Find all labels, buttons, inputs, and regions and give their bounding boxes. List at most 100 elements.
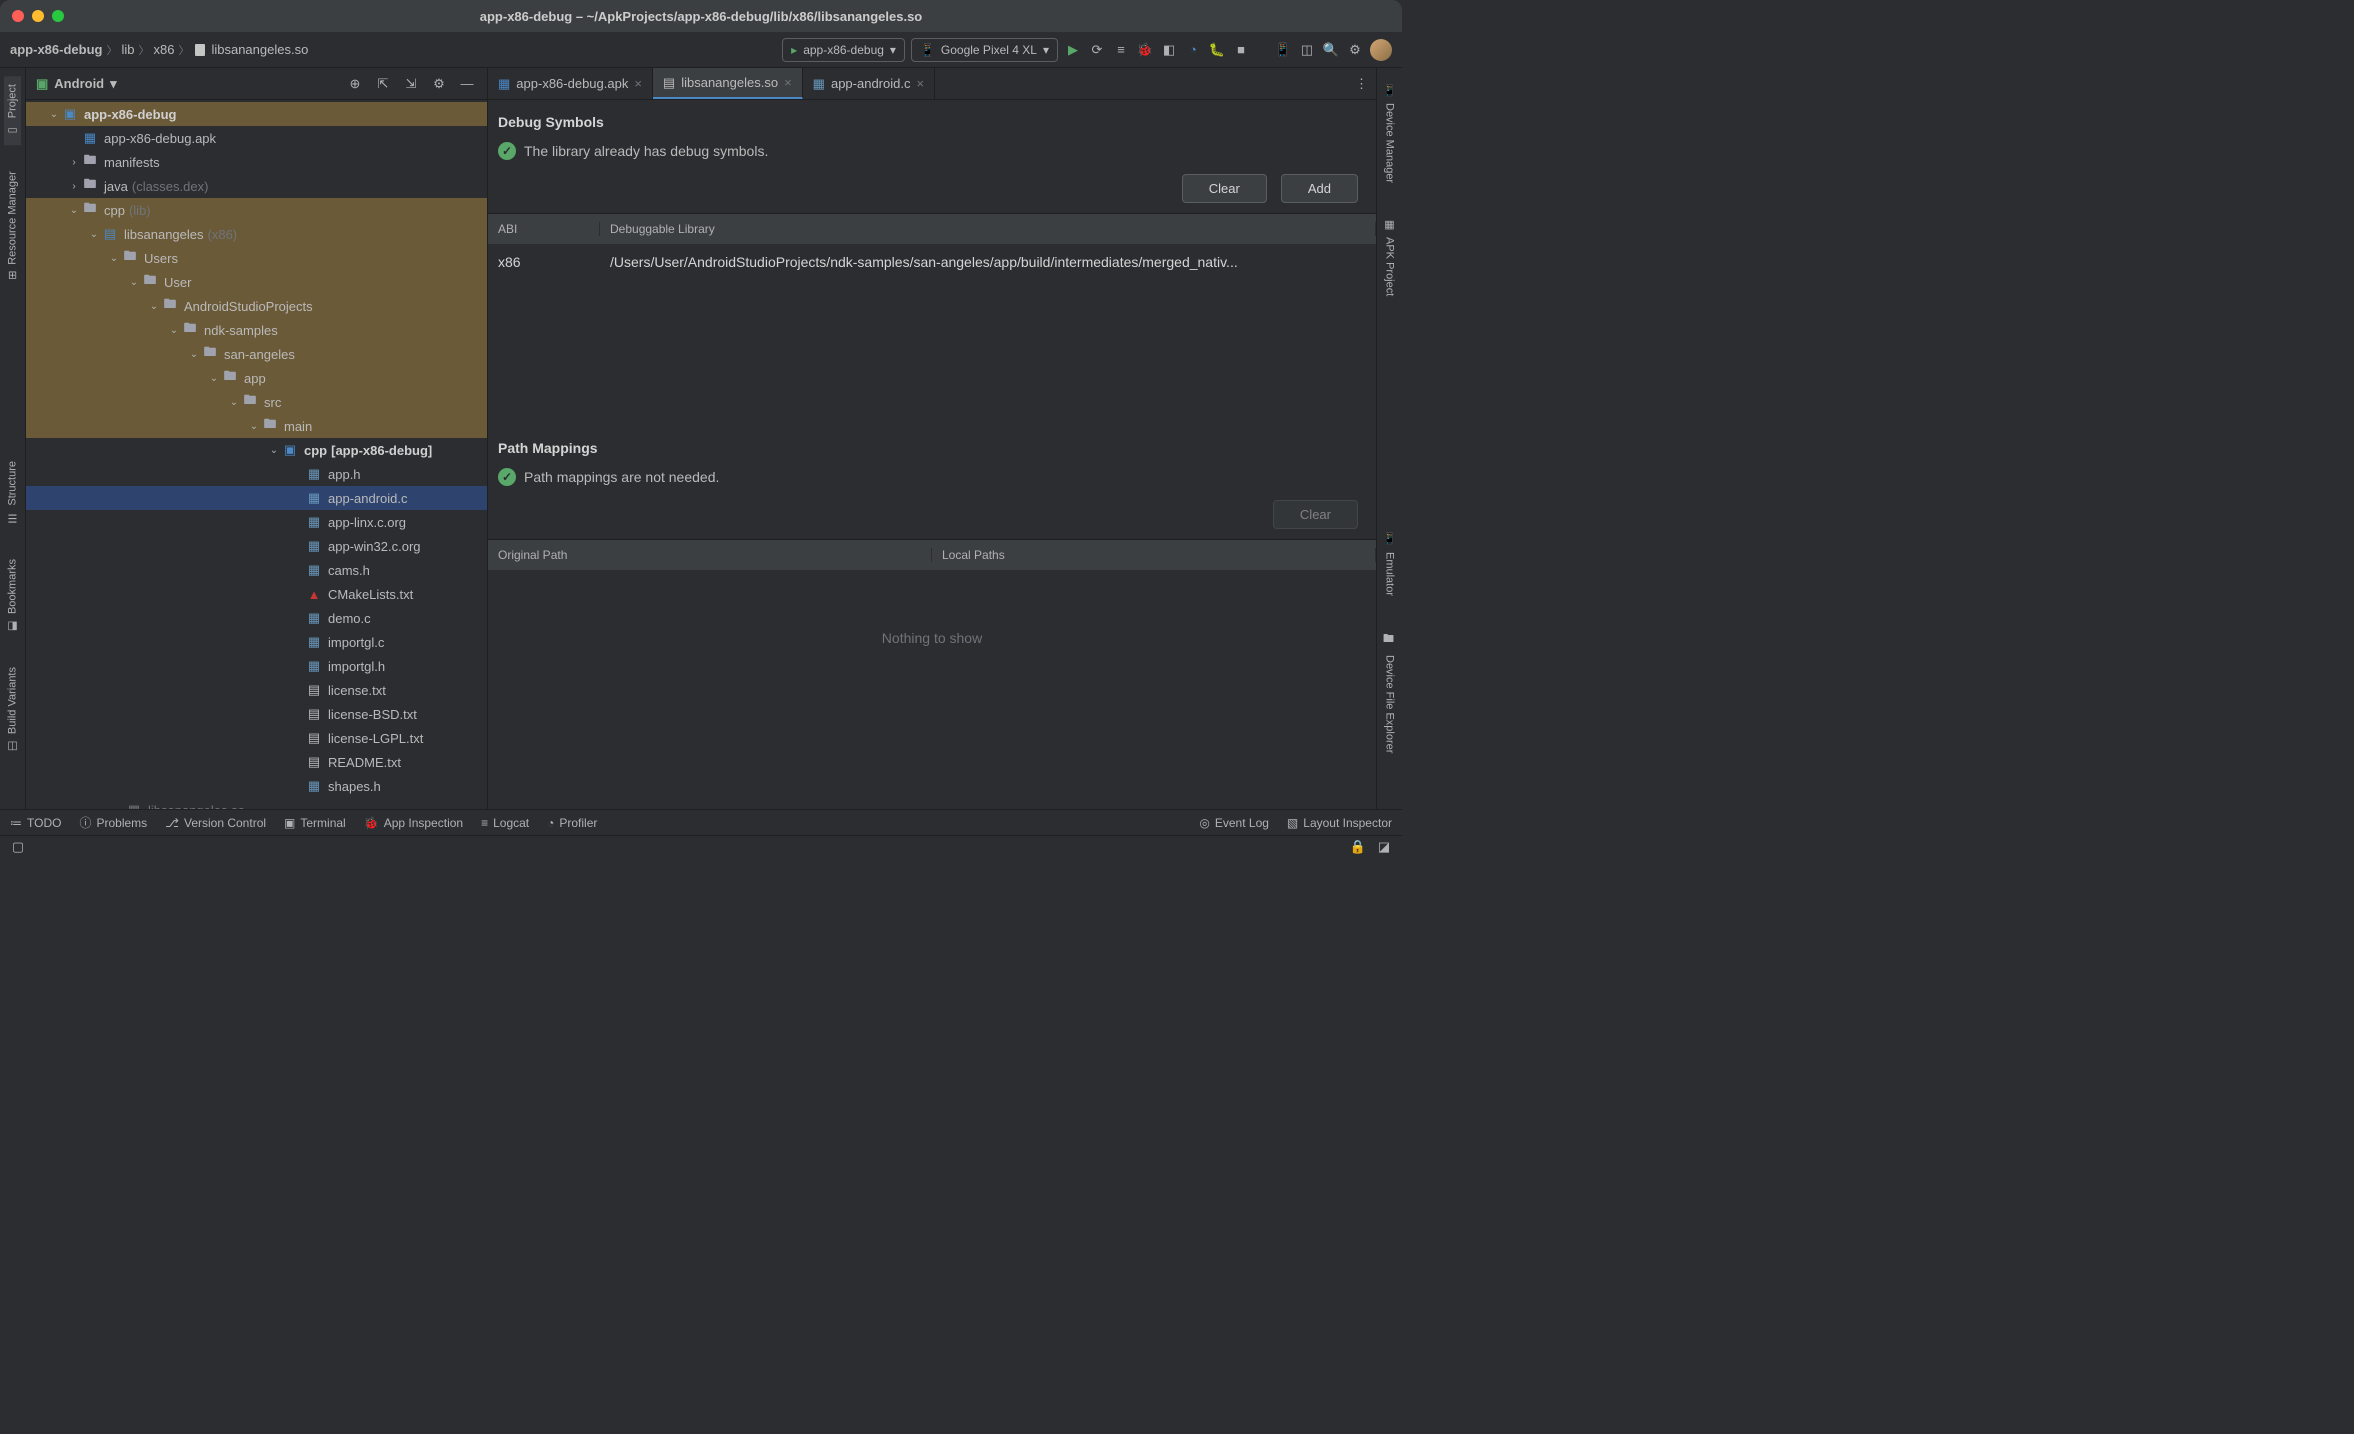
collapse-all-button[interactable]: ⇲ xyxy=(401,74,421,94)
tree-root[interactable]: ⌄▣app-x86-debug xyxy=(26,102,487,126)
settings-icon[interactable]: ⚙ xyxy=(429,74,449,94)
close-tab-icon[interactable]: × xyxy=(784,75,792,90)
breadcrumb-lib[interactable]: lib xyxy=(121,42,134,57)
column-header-abi[interactable]: ABI xyxy=(488,222,600,236)
close-window-button[interactable] xyxy=(12,10,24,22)
lock-icon[interactable]: 🔒 xyxy=(1350,839,1366,855)
tab-apk[interactable]: ▦ app-x86-debug.apk × xyxy=(488,68,653,99)
bottom-tab-problems[interactable]: ⓘProblems xyxy=(79,814,147,831)
sidebar-tab-build-variants[interactable]: ◫Build Variants xyxy=(4,659,21,761)
collapse-icon[interactable]: ⌄ xyxy=(86,229,102,240)
tree-item-java[interactable]: ›🖿java(classes.dex) xyxy=(26,174,487,198)
column-header-original-path[interactable]: Original Path xyxy=(488,548,932,562)
tree-item-cams[interactable]: ▦cams.h xyxy=(26,558,487,582)
debug-button[interactable]: 🐞 xyxy=(1136,41,1154,59)
settings-button[interactable]: ⚙ xyxy=(1346,41,1364,59)
profile-button[interactable]: ◔ xyxy=(1184,41,1202,59)
collapse-icon[interactable]: ⌄ xyxy=(146,301,162,312)
sidebar-tab-emulator[interactable]: 📱Emulator xyxy=(1381,524,1398,603)
collapse-icon[interactable]: ⌄ xyxy=(46,109,62,120)
bottom-tab-event-log[interactable]: ◎Event Log xyxy=(1199,816,1269,830)
tree-item-cpp-module[interactable]: ⌄▣cpp[app-x86-debug] xyxy=(26,438,487,462)
sidebar-tab-apk-project[interactable]: ▦APK Project xyxy=(1381,210,1398,304)
maximize-window-button[interactable] xyxy=(52,10,64,22)
bottom-tab-terminal[interactable]: ▣Terminal xyxy=(284,816,346,830)
notification-icon[interactable]: ◪ xyxy=(1376,839,1392,855)
tree-item-src[interactable]: ⌄🖿src xyxy=(26,390,487,414)
device-dropdown[interactable]: 📱 Google Pixel 4 XL ▾ xyxy=(911,38,1058,62)
project-view-selector[interactable]: Android xyxy=(54,76,104,91)
collapse-icon[interactable]: ⌄ xyxy=(266,445,282,456)
tree-item-libsanangeles[interactable]: ⌄▤libsanangeles(x86) xyxy=(26,222,487,246)
tree-item-licensebsd[interactable]: ▤license-BSD.txt xyxy=(26,702,487,726)
sidebar-tab-structure[interactable]: ☰Structure xyxy=(4,453,21,533)
minimize-window-button[interactable] xyxy=(32,10,44,22)
select-opened-file-button[interactable]: ⊕ xyxy=(345,74,365,94)
table-row[interactable]: x86 /Users/User/AndroidStudioProjects/nd… xyxy=(488,244,1376,280)
collapse-icon[interactable]: ⌄ xyxy=(106,253,122,264)
tree-item-demo[interactable]: ▦demo.c xyxy=(26,606,487,630)
tree-item-apph[interactable]: ▦app.h xyxy=(26,462,487,486)
close-tab-icon[interactable]: × xyxy=(634,76,642,91)
column-header-local-paths[interactable]: Local Paths xyxy=(932,548,1376,562)
apply-code-button[interactable]: ≡ xyxy=(1112,41,1130,59)
collapse-icon[interactable]: ⌄ xyxy=(66,205,82,216)
tree-item-importglc[interactable]: ▦importgl.c xyxy=(26,630,487,654)
collapse-icon[interactable]: ⌄ xyxy=(186,349,202,360)
tree-item-importglh[interactable]: ▦importgl.h xyxy=(26,654,487,678)
sync-button[interactable]: 📱 xyxy=(1274,41,1292,59)
attach-debugger-button[interactable]: 🐛 xyxy=(1208,41,1226,59)
collapse-icon[interactable]: ⌄ xyxy=(166,325,182,336)
collapse-icon[interactable]: ⌄ xyxy=(126,277,142,288)
stop-button[interactable]: ■ xyxy=(1232,41,1250,59)
hide-panel-button[interactable]: — xyxy=(457,74,477,94)
tab-libsanangeles[interactable]: ▤ libsanangeles.so × xyxy=(653,68,803,99)
user-avatar[interactable] xyxy=(1370,39,1392,61)
breadcrumb-project[interactable]: app-x86-debug xyxy=(10,42,102,57)
tree-item-cmake[interactable]: ▲CMakeLists.txt xyxy=(26,582,487,606)
bottom-tab-todo[interactable]: ≔TODO xyxy=(10,816,61,830)
sidebar-tab-device-file-explorer[interactable]: 🖿Device File Explorer xyxy=(1378,622,1401,761)
tree-item-readme[interactable]: ▤README.txt xyxy=(26,750,487,774)
tree-item-sanangeles[interactable]: ⌄🖿san-angeles xyxy=(26,342,487,366)
breadcrumb-x86[interactable]: x86 xyxy=(153,42,174,57)
tree-item-licenselgpl[interactable]: ▤license-LGPL.txt xyxy=(26,726,487,750)
tree-item-libsanso[interactable]: ▦libsanangeles.so xyxy=(26,798,487,809)
avd-button[interactable]: ◫ xyxy=(1298,41,1316,59)
expand-icon[interactable]: › xyxy=(66,181,82,192)
run-config-dropdown[interactable]: ▸ app-x86-debug ▾ xyxy=(782,38,905,62)
bottom-tab-profiler[interactable]: ◔Profiler xyxy=(547,816,597,830)
tree-item-asp[interactable]: ⌄🖿AndroidStudioProjects xyxy=(26,294,487,318)
sidebar-tab-bookmarks[interactable]: ◧Bookmarks xyxy=(4,551,21,641)
tab-appandroid[interactable]: ▦ app-android.c × xyxy=(803,68,935,99)
apply-changes-button[interactable]: ⟳ xyxy=(1088,41,1106,59)
tree-item-app[interactable]: ⌄🖿app xyxy=(26,366,487,390)
collapse-icon[interactable]: ⌄ xyxy=(206,373,222,384)
search-button[interactable]: 🔍 xyxy=(1322,41,1340,59)
tree-item-appandroid[interactable]: ▦app-android.c xyxy=(26,486,487,510)
breadcrumb-file[interactable]: libsanangeles.so xyxy=(193,42,308,57)
tree-item-user[interactable]: ⌄🖿User xyxy=(26,270,487,294)
tree-item-shapes[interactable]: ▦shapes.h xyxy=(26,774,487,798)
bottom-tab-app-inspection[interactable]: 🐞App Inspection xyxy=(364,816,463,830)
expand-icon[interactable]: › xyxy=(66,157,82,168)
run-button[interactable]: ▶ xyxy=(1064,41,1082,59)
add-symbols-button[interactable]: Add xyxy=(1281,174,1358,203)
tree-item-manifests[interactable]: ›🖿manifests xyxy=(26,150,487,174)
sidebar-tab-device-manager[interactable]: 📱Device Manager xyxy=(1381,76,1398,192)
collapse-icon[interactable]: ⌄ xyxy=(226,397,242,408)
sidebar-tab-project[interactable]: ▭Project xyxy=(4,76,21,145)
tool-window-toggle-icon[interactable]: ▢ xyxy=(10,839,26,855)
tree-item-license[interactable]: ▤license.txt xyxy=(26,678,487,702)
tree-item-ndk[interactable]: ⌄🖿ndk-samples xyxy=(26,318,487,342)
bottom-tab-logcat[interactable]: ≡Logcat xyxy=(481,816,529,830)
tree-item-appwin[interactable]: ▦app-win32.c.org xyxy=(26,534,487,558)
tabs-overflow-button[interactable]: ⋮ xyxy=(1347,68,1376,99)
column-header-library[interactable]: Debuggable Library xyxy=(600,222,1376,236)
tree-item-applinx[interactable]: ▦app-linx.c.org xyxy=(26,510,487,534)
close-tab-icon[interactable]: × xyxy=(916,76,924,91)
expand-all-button[interactable]: ⇱ xyxy=(373,74,393,94)
bottom-tab-layout-inspector[interactable]: ▧Layout Inspector xyxy=(1287,816,1392,830)
tree-item-main[interactable]: ⌄🖿main xyxy=(26,414,487,438)
collapse-icon[interactable]: ⌄ xyxy=(246,421,262,432)
